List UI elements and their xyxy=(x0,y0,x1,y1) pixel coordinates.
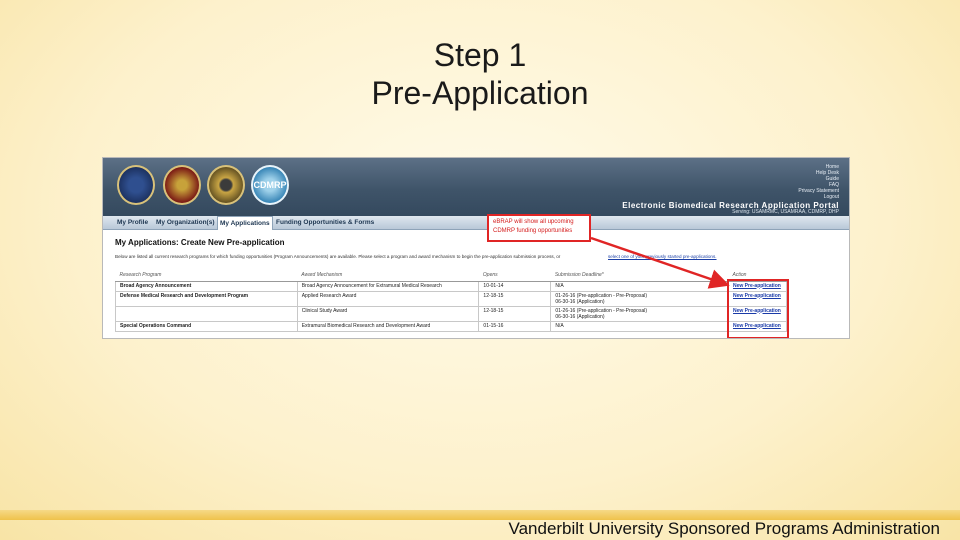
programs-table: Research Program Award Mechanism Opens S… xyxy=(115,269,787,332)
slide-title-line1: Step 1 xyxy=(433,37,527,73)
cell-deadline: N/A xyxy=(550,320,730,332)
cell-deadline: N/A xyxy=(550,280,730,292)
cell-program: Defense Medical Research and Development… xyxy=(115,290,298,307)
cell-opens: 01-15-16 xyxy=(478,320,552,332)
cell-program xyxy=(115,305,298,322)
ebrap-screenshot: CDMRP Home Help Desk Guide FAQ Privacy S… xyxy=(102,157,850,339)
serving-line: Serving: USAMRMC, USAMRAA, CDMRP, DHP xyxy=(732,209,839,215)
deadline-line2: 06-30-16 (Application) xyxy=(555,298,605,305)
table-row: Defense Medical Research and Development… xyxy=(115,290,787,307)
cell-deadline: 01-26-16 (Pre-application - Pre-Proposal… xyxy=(550,305,730,322)
tab-my-profile[interactable]: My Profile xyxy=(115,216,150,230)
tab-funding-opportunities[interactable]: Funding Opportunities & Forms xyxy=(274,216,376,230)
acquisition-seal-icon xyxy=(207,165,245,205)
dod-seal-icon xyxy=(117,165,155,205)
table-row: Clinical Study Award 12-18-15 01-26-16 (… xyxy=(115,305,787,322)
cell-opens: 12-18-15 xyxy=(478,305,552,322)
cell-mechanism: Broad Agency Announcement for Extramural… xyxy=(296,280,480,292)
table-header-row: Research Program Award Mechanism Opens S… xyxy=(115,269,787,282)
cell-mechanism: Clinical Study Award xyxy=(296,305,480,322)
callout-line1: eBRAP will show all upcoming xyxy=(493,219,574,225)
cell-program: Special Operations Command xyxy=(115,320,298,332)
cell-deadline: 01-26-16 (Pre-application - Pre-Proposal… xyxy=(550,290,730,307)
footer-text: Vanderbilt University Sponsored Programs… xyxy=(508,519,941,538)
cell-opens: 12-18-15 xyxy=(478,290,552,307)
action-column-highlight xyxy=(727,279,789,338)
medical-command-seal-icon xyxy=(163,165,201,205)
callout-line2: CDMRP funding opportunities xyxy=(493,228,573,234)
col-research-program: Research Program xyxy=(115,269,298,282)
tab-my-applications[interactable]: My Applications xyxy=(217,216,273,230)
previous-preapps-link[interactable]: select one of your previously started pr… xyxy=(608,254,717,259)
top-links: Home Help Desk Guide FAQ Privacy Stateme… xyxy=(798,164,839,200)
main-nav: My Profile My Organization(s) My Applica… xyxy=(103,216,849,230)
page-heading: My Applications: Create New Pre-applicat… xyxy=(115,238,285,247)
cell-mechanism: Extramural Biomedical Research and Devel… xyxy=(296,320,480,332)
slide-title-line2: Pre-Application xyxy=(371,75,589,111)
cell-mechanism: Applied Research Award xyxy=(296,290,480,307)
col-opens: Opens xyxy=(478,269,551,282)
top-link-logout[interactable]: Logout xyxy=(798,194,839,200)
cdmrp-logo: CDMRP xyxy=(251,165,289,205)
deadline-line2: 06-30-16 (Application) xyxy=(555,313,605,320)
table-row: Special Operations Command Extramural Bi… xyxy=(115,320,787,332)
col-award-mechanism: Award Mechanism xyxy=(297,269,479,282)
cell-opens: 10-01-14 xyxy=(478,280,552,292)
table-row: Broad Agency Announcement Broad Agency A… xyxy=(115,280,787,292)
cdmrp-logo-text: CDMRP xyxy=(253,180,287,190)
portal-banner: CDMRP Home Help Desk Guide FAQ Privacy S… xyxy=(103,158,849,216)
callout-box: eBRAP will show all upcoming CDMRP fundi… xyxy=(487,214,591,242)
cell-program: Broad Agency Announcement xyxy=(115,280,298,292)
tab-my-organizations[interactable]: My Organization(s) xyxy=(154,216,217,230)
col-deadline: Submission Deadline* xyxy=(550,269,729,282)
